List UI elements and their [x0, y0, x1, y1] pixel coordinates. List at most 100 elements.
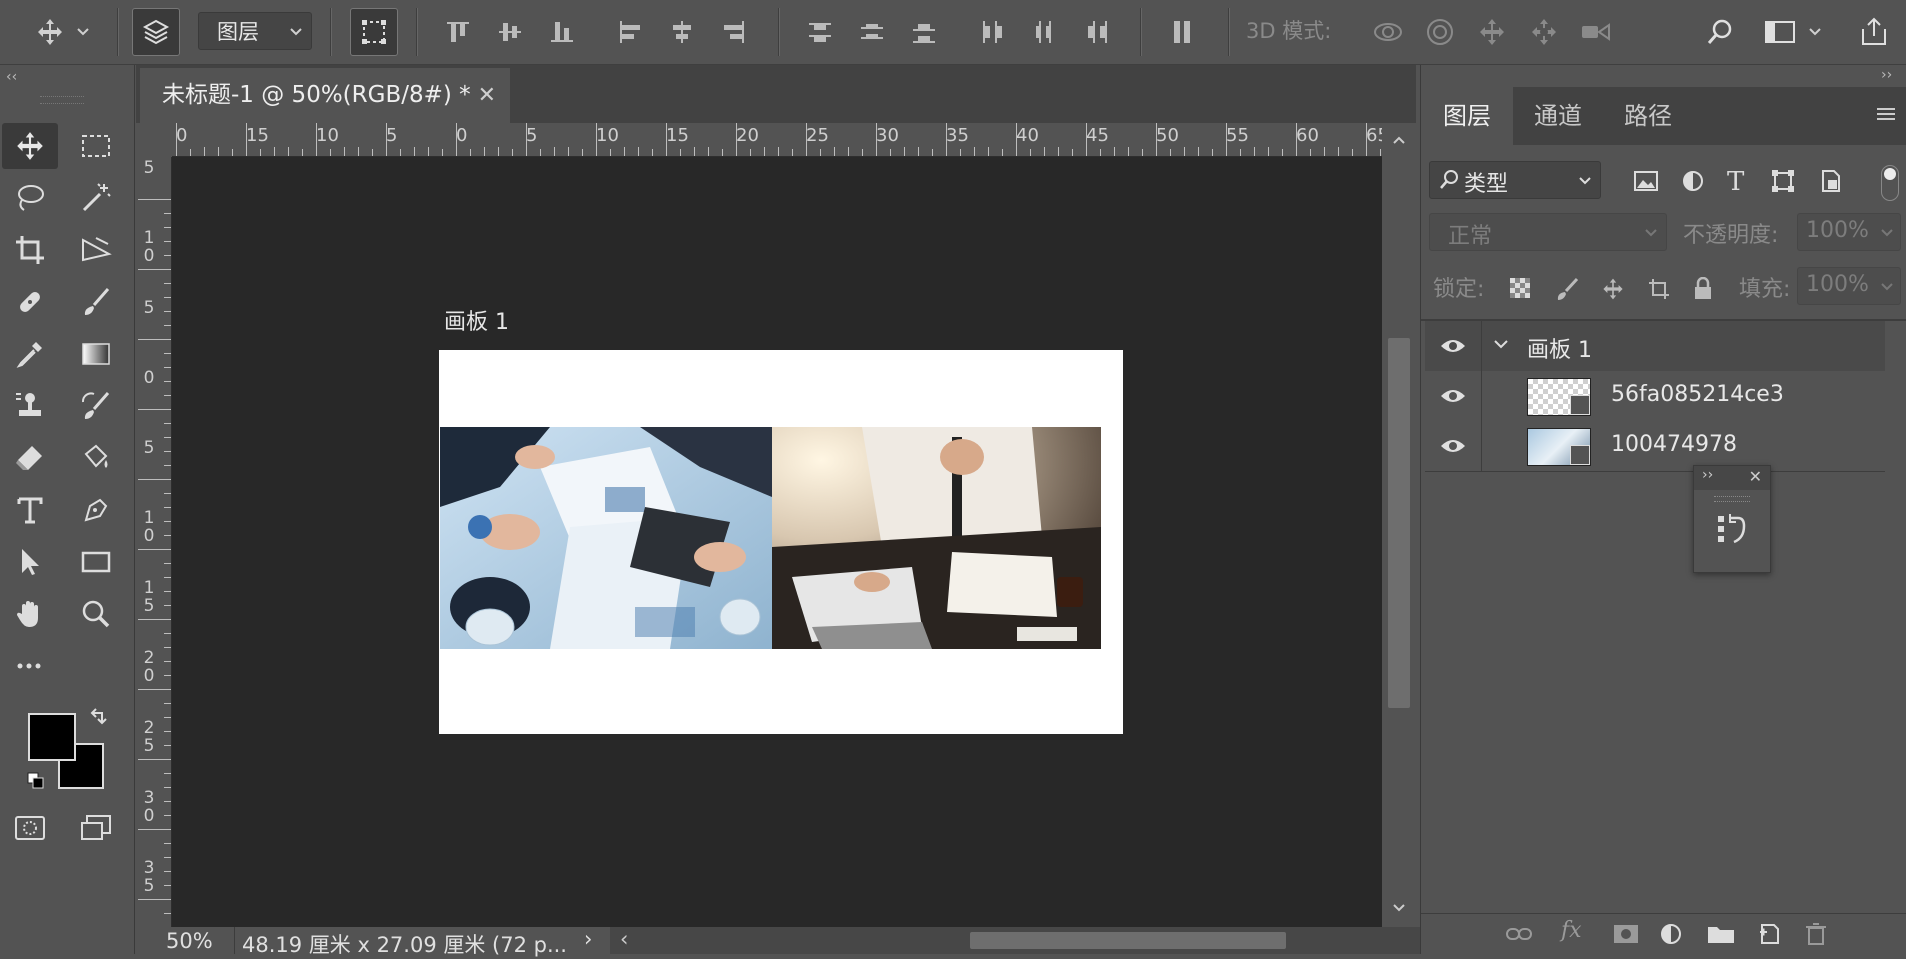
3d-pan-icon[interactable]: [1472, 12, 1512, 52]
slice-tool[interactable]: [68, 227, 124, 273]
add-mask-icon[interactable]: [1613, 924, 1639, 944]
smart-object-filter-icon[interactable]: [1819, 169, 1843, 193]
lock-transparent-pixels-icon[interactable]: [1509, 277, 1531, 299]
history-brush-tool[interactable]: [68, 383, 124, 429]
layer-filter-dropdown[interactable]: 类型: [1429, 161, 1601, 199]
auto-select-target-dropdown[interactable]: 图层: [198, 12, 312, 50]
vertical-scroll-thumb[interactable]: [1388, 338, 1410, 708]
distribute-horizontal-centers-icon[interactable]: [1024, 12, 1064, 52]
ruler-origin[interactable]: [138, 123, 172, 157]
eraser-tool[interactable]: [2, 435, 58, 481]
horizontal-scrollbar[interactable]: ‹ ›: [610, 927, 1510, 954]
hand-tool[interactable]: [2, 591, 58, 637]
chevron-down-icon[interactable]: [1392, 903, 1406, 913]
fill-field[interactable]: 100%: [1797, 267, 1901, 305]
rectangle-tool[interactable]: [68, 539, 124, 585]
chevron-right-icon[interactable]: ›: [584, 927, 592, 951]
canvas-area[interactable]: 画板 1: [172, 157, 1382, 927]
photo-meeting-documents[interactable]: [440, 427, 772, 649]
chevron-down-icon[interactable]: [72, 12, 94, 52]
share-icon[interactable]: [1854, 12, 1894, 52]
artboard-label[interactable]: 画板 1: [444, 304, 509, 336]
foreground-color-swatch[interactable]: [28, 713, 76, 761]
artboard[interactable]: [439, 350, 1123, 734]
paint-bucket-tool[interactable]: [68, 435, 124, 481]
filter-toggle[interactable]: [1881, 165, 1899, 201]
layer-style-icon[interactable]: fx: [1561, 918, 1582, 943]
type-tool[interactable]: [2, 487, 58, 533]
vertical-scrollbar[interactable]: [1382, 123, 1416, 927]
document-size-info[interactable]: 48.19 厘米 x 27.09 厘米 (72 p...: [242, 929, 567, 959]
lock-image-pixels-icon[interactable]: [1555, 277, 1579, 301]
align-vertical-centers-icon[interactable]: [490, 12, 530, 52]
expand-panel-icon[interactable]: ››: [1702, 467, 1713, 483]
floating-history-panel[interactable]: ›› ✕: [1693, 465, 1771, 573]
layer-name[interactable]: 100474978: [1611, 432, 1737, 457]
workspace-icon[interactable]: [1760, 12, 1800, 52]
magic-wand-tool[interactable]: [68, 175, 124, 221]
align-bottom-edges-icon[interactable]: [542, 12, 582, 52]
eye-icon[interactable]: [1439, 437, 1467, 455]
close-icon[interactable]: ✕: [1749, 467, 1762, 486]
lock-all-icon[interactable]: [1693, 277, 1713, 301]
horizontal-scroll-thumb[interactable]: [970, 932, 1286, 949]
link-layers-icon[interactable]: [1505, 924, 1533, 944]
vertical-ruler[interactable]: 5 1 0 5 0 5 1 0 1 5 2 0 2 5 3 0 3 5: [138, 157, 172, 927]
panel-menu-icon[interactable]: [1875, 105, 1897, 125]
panel-grip[interactable]: [40, 96, 84, 104]
more-tools-button[interactable]: [2, 643, 58, 689]
layer-row-artboard[interactable]: 画板 1: [1425, 321, 1885, 372]
distribute-bottom-icon[interactable]: [904, 12, 944, 52]
document-tab[interactable]: 未标题-1 @ 50%(RGB/8#) * ✕: [140, 68, 510, 123]
gradient-tool[interactable]: [68, 331, 124, 377]
adjustment-layer-icon[interactable]: [1659, 922, 1683, 946]
brush-tool[interactable]: [68, 279, 124, 325]
chevron-left-icon[interactable]: ‹: [620, 927, 628, 951]
history-icon[interactable]: [1716, 512, 1748, 548]
lock-artboard-icon[interactable]: [1647, 277, 1671, 301]
close-icon[interactable]: ✕: [478, 68, 496, 123]
3d-scale-camera-icon[interactable]: [1576, 12, 1616, 52]
screen-mode-button[interactable]: [68, 805, 124, 851]
crop-tool[interactable]: [2, 227, 58, 273]
path-selection-tool[interactable]: [2, 539, 58, 585]
align-top-edges-icon[interactable]: [438, 12, 478, 52]
tab-layers[interactable]: 图层: [1421, 87, 1513, 145]
move-tool[interactable]: [2, 123, 58, 169]
healing-brush-tool[interactable]: [2, 279, 58, 325]
chevron-up-icon[interactable]: [1392, 135, 1406, 145]
layer-name[interactable]: 56fa085214ce3: [1611, 382, 1784, 407]
distribute-top-icon[interactable]: [800, 12, 840, 52]
image-filter-icon[interactable]: [1633, 169, 1659, 193]
swap-colors-icon[interactable]: [88, 707, 108, 727]
photo-businessman-desk[interactable]: [772, 427, 1101, 649]
lasso-tool[interactable]: [2, 175, 58, 221]
zoom-tool[interactable]: [68, 591, 124, 637]
zoom-level[interactable]: 50%: [166, 929, 213, 953]
3d-roll-icon[interactable]: [1420, 12, 1460, 52]
blend-mode-dropdown[interactable]: 正常: [1429, 213, 1667, 251]
pen-tool[interactable]: [68, 487, 124, 533]
eye-icon[interactable]: [1439, 387, 1467, 405]
tab-paths[interactable]: 路径: [1603, 87, 1693, 145]
move-tool-icon[interactable]: [30, 12, 70, 52]
show-transform-controls-icon[interactable]: [350, 8, 398, 56]
3d-orbit-icon[interactable]: [1368, 12, 1408, 52]
trash-icon[interactable]: [1805, 922, 1827, 946]
opacity-field[interactable]: 100%: [1797, 213, 1901, 251]
auto-select-layers-icon[interactable]: [132, 8, 180, 56]
align-right-edges-icon[interactable]: [714, 12, 754, 52]
lock-position-icon[interactable]: [1601, 277, 1625, 301]
adjustment-filter-icon[interactable]: [1681, 169, 1705, 193]
eye-icon[interactable]: [1439, 337, 1467, 355]
distribute-spacing-icon[interactable]: [1162, 12, 1202, 52]
clone-stamp-tool[interactable]: [2, 383, 58, 429]
distribute-right-icon[interactable]: [1076, 12, 1116, 52]
eyedropper-tool[interactable]: [2, 331, 58, 377]
new-layer-icon[interactable]: [1757, 922, 1781, 946]
shape-filter-icon[interactable]: [1771, 169, 1795, 193]
search-icon[interactable]: [1700, 12, 1740, 52]
expand-panel-icon[interactable]: ››: [1881, 67, 1892, 83]
collapse-panel-icon[interactable]: ‹‹: [6, 69, 17, 85]
panel-grip[interactable]: [1714, 496, 1750, 502]
